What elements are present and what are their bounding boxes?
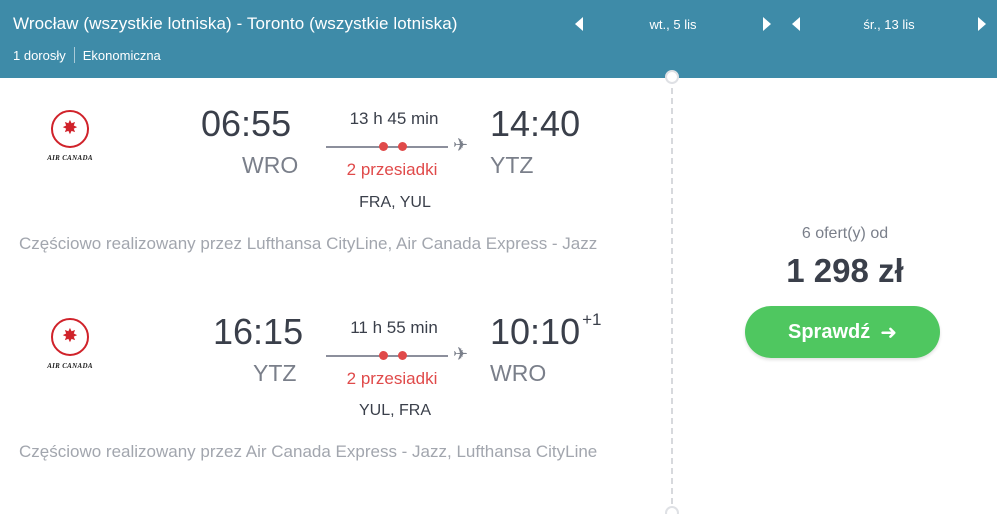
airline-logo-outbound: ✸ AIR CANADA	[34, 110, 106, 162]
ticket-divider	[671, 78, 673, 514]
inbound-stop-dot	[379, 351, 388, 360]
outbound-departure-time: 06:55	[201, 103, 292, 144]
route-title: Wrocław (wszystkie lotniska) - Toronto (…	[13, 14, 458, 33]
return-date[interactable]: śr., 13 lis	[800, 17, 978, 32]
inbound-departure-time: 16:15	[213, 311, 304, 352]
airline-brand: AIR CANADA	[47, 154, 93, 162]
arrow-right-icon: ➜	[880, 321, 897, 344]
maple-leaf-icon: ✸	[51, 318, 89, 356]
outbound-operated-by: Częściowo realizowany przez Lufthansa Ci…	[19, 234, 598, 253]
maple-leaf-icon: ✸	[51, 110, 89, 148]
inbound-operated-by: Częściowo realizowany przez Air Canada E…	[19, 442, 598, 461]
inbound-stop-dot	[398, 351, 407, 360]
divider-notch-top	[665, 70, 679, 84]
outbound-stop-dot	[398, 142, 407, 151]
outbound-arrival-code: YTZ	[490, 152, 534, 178]
outbound-next-date-icon[interactable]	[763, 17, 771, 31]
search-header: Wrocław (wszystkie lotniska) - Toronto (…	[0, 0, 997, 78]
search-meta: 1 dorosły Ekonomiczna	[13, 47, 161, 63]
outbound-duration: 13 h 45 min	[349, 109, 439, 128]
inbound-arrival-time-value: 10:10	[490, 311, 581, 352]
meta-divider	[73, 47, 75, 63]
inbound-departure-code: YTZ	[253, 360, 297, 386]
offers-count: 6 ofert(y) od	[801, 225, 889, 242]
inbound-stops: 2 przesiadki	[346, 369, 438, 388]
inbound-duration: 11 h 55 min	[350, 318, 438, 337]
inbound-via: YUL, FRA	[358, 402, 431, 419]
cabin-label: Ekonomiczna	[82, 47, 161, 63]
airline-logo-inbound: ✸ AIR CANADA	[34, 318, 106, 370]
outbound-stop-dot	[379, 142, 388, 151]
return-prev-date-icon[interactable]	[792, 17, 800, 31]
inbound-arrival-time: 10:10 +1	[490, 310, 602, 353]
check-offer-button[interactable]: Sprawdź ➜	[745, 306, 940, 358]
passengers-label: 1 dorosły	[13, 47, 66, 63]
plane-icon: ✈	[453, 344, 469, 364]
check-offer-label: Sprawdź	[787, 320, 871, 343]
plane-icon: ✈	[453, 135, 469, 155]
outbound-stops: 2 przesiadki	[346, 160, 438, 179]
divider-notch-bottom	[665, 506, 679, 514]
outbound-date[interactable]: wt., 5 lis	[583, 17, 763, 32]
inbound-arrival-code: WRO	[490, 360, 547, 386]
outbound-prev-date-icon[interactable]	[575, 17, 583, 31]
day-offset-badge: +1	[582, 310, 602, 329]
outbound-via: FRA, YUL	[359, 194, 431, 211]
outbound-departure-code: WRO	[242, 152, 299, 178]
outbound-date-nav: wt., 5 lis	[575, 14, 771, 34]
return-next-date-icon[interactable]	[978, 17, 986, 31]
outbound-arrival-time: 14:40	[490, 103, 581, 144]
airline-brand: AIR CANADA	[47, 362, 93, 370]
return-date-nav: śr., 13 lis	[792, 14, 986, 34]
price-value: 1 298 zł	[786, 252, 904, 289]
